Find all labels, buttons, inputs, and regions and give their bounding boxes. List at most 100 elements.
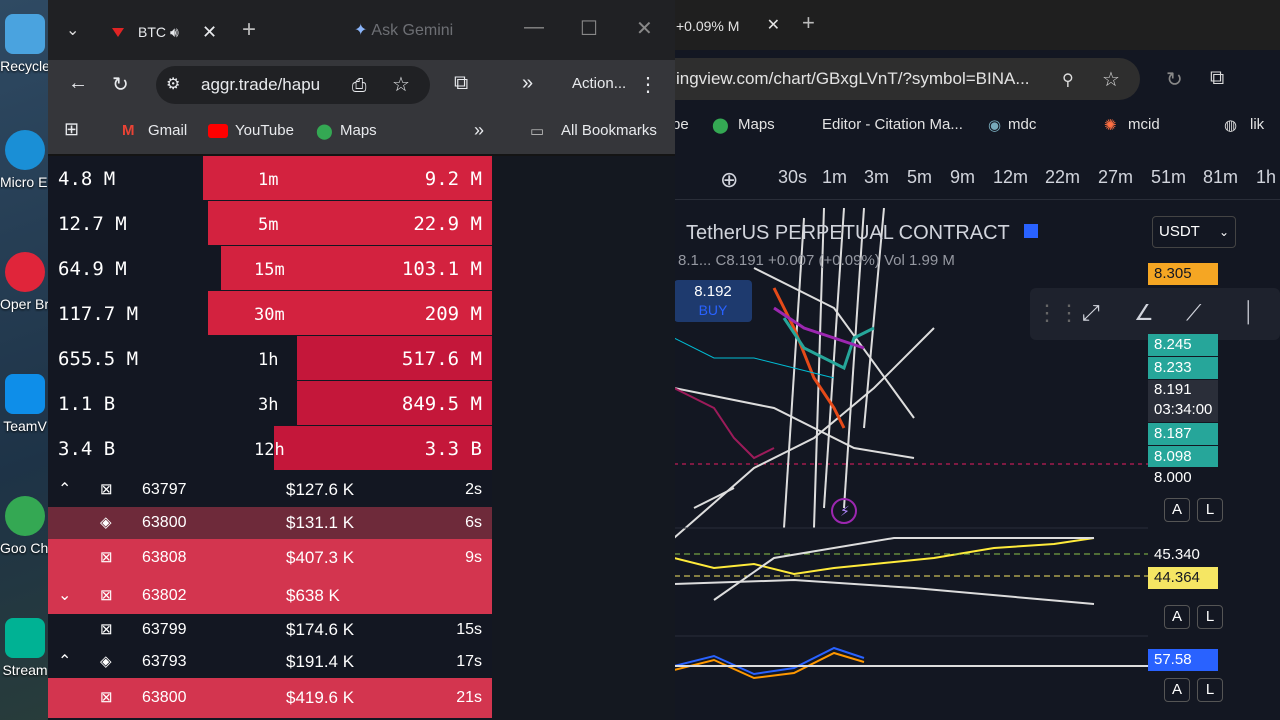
auto-scale-button[interactable]: A bbox=[1164, 678, 1190, 702]
auto-scale-button[interactable]: A bbox=[1164, 605, 1190, 629]
bookmark-maps[interactable]: Maps bbox=[738, 116, 775, 133]
bookmark-star-icon[interactable]: ☆ bbox=[1102, 67, 1120, 92]
currency-label: USDT bbox=[1159, 223, 1200, 240]
trend-line-icon[interactable]: ⟋ bbox=[1186, 300, 1201, 326]
log-scale-button[interactable]: L bbox=[1197, 605, 1223, 629]
zoom-icon[interactable]: ⚲ bbox=[1062, 70, 1074, 90]
timeframe-81m[interactable]: 81m bbox=[1203, 167, 1238, 188]
bookmark-citation[interactable]: Editor - Citation Ma... bbox=[822, 116, 963, 133]
bookmark-maps[interactable]: Maps bbox=[340, 122, 377, 139]
timeframe-22m[interactable]: 22m bbox=[1045, 167, 1080, 188]
bookmark-mdc[interactable]: mdc bbox=[1008, 116, 1036, 133]
site-info-icon[interactable]: ⚙ bbox=[166, 66, 180, 104]
desktop-icon-teamviewer[interactable]: TeamV bbox=[0, 374, 50, 434]
vertical-line-icon[interactable]: ⏐ bbox=[1242, 300, 1254, 326]
timeframe-1h[interactable]: 1h bbox=[1256, 167, 1276, 188]
chevron-up-icon: ⌃ bbox=[58, 481, 72, 498]
bookmark-gmail[interactable]: Gmail bbox=[148, 122, 187, 139]
buy-label: BUY bbox=[698, 302, 728, 318]
log-scale-button[interactable]: L bbox=[1197, 498, 1223, 522]
sync-icon[interactable]: ↻ bbox=[1166, 67, 1183, 92]
buy-button[interactable]: 8.192 BUY bbox=[674, 280, 752, 322]
new-tab-icon[interactable]: + bbox=[802, 10, 815, 36]
desktop-icon-label: TeamV bbox=[3, 418, 47, 434]
chrome-icon bbox=[5, 496, 45, 536]
desktop-icon-recycle-bin[interactable]: Recycle bbox=[0, 14, 50, 74]
currency-select[interactable]: USDT ⌄ bbox=[1152, 216, 1236, 248]
menu-icon[interactable]: ⋮ bbox=[638, 72, 658, 97]
actions-button[interactable]: Action... bbox=[572, 75, 626, 92]
timeframe-27m[interactable]: 27m bbox=[1098, 167, 1133, 188]
timeframe-label: 5m bbox=[258, 215, 279, 235]
bookmark-youtube[interactable]: YouTube bbox=[235, 122, 294, 139]
gmail-icon: M bbox=[122, 122, 135, 139]
timeframe-30s[interactable]: 30s bbox=[778, 167, 807, 188]
tab-search-icon[interactable]: ⌄ bbox=[66, 20, 79, 40]
desktop-icon-edge[interactable]: Micro Edg bbox=[0, 130, 50, 190]
close-tab-icon[interactable]: ✕ bbox=[767, 8, 780, 44]
tradingview-window: +0.09% M ✕ + ingview.com/chart/GBxgLVnT/?… bbox=[640, 0, 1280, 720]
trade-row: ⌃ ◈ 63793 $191.4 K 17s bbox=[48, 646, 492, 678]
trade-price: 63802 bbox=[142, 587, 187, 604]
trade-price: 63799 bbox=[142, 621, 187, 638]
binance-icon: ⊠ bbox=[100, 621, 113, 638]
tab-label: +0.09% M bbox=[676, 18, 740, 34]
ask-gemini-button[interactable]: ✦ Ask Gemini bbox=[354, 20, 453, 40]
angle-tool-icon[interactable]: ∠ bbox=[1134, 300, 1154, 326]
bookmark-mcid[interactable]: mcid bbox=[1128, 116, 1160, 133]
bookmark-star-icon[interactable]: ☆ bbox=[392, 66, 410, 104]
flag-icon[interactable] bbox=[1024, 224, 1038, 238]
audio-icon[interactable]: 🔊︎ bbox=[170, 14, 179, 50]
timeframe-3m[interactable]: 3m bbox=[864, 167, 889, 188]
trade-price: 63797 bbox=[142, 481, 187, 498]
new-tab-icon[interactable]: + bbox=[242, 16, 256, 44]
timeframe-12m[interactable]: 12m bbox=[993, 167, 1028, 188]
desktop-icon-chrome[interactable]: Goo Chro bbox=[0, 496, 50, 556]
desktop-icon-stream[interactable]: Stream bbox=[0, 618, 50, 678]
maximize-icon[interactable]: ☐ bbox=[580, 16, 598, 41]
extensions-icon[interactable]: ⧉ bbox=[1210, 67, 1224, 90]
timeframe-5m[interactable]: 5m bbox=[907, 167, 932, 188]
buy-volume: 1.1 B bbox=[58, 393, 116, 415]
close-window-icon[interactable]: ✕ bbox=[636, 16, 653, 41]
drag-handle-icon[interactable]: ⋮⋮ bbox=[1036, 300, 1080, 326]
install-icon[interactable]: ⎙ bbox=[352, 66, 366, 104]
navigation-bar: ← ↻ ⚙ aggr.trade/hapu ⎙ ☆ ⧉ » Action... … bbox=[48, 60, 675, 110]
log-scale-button[interactable]: L bbox=[1197, 678, 1223, 702]
ray-tool-icon[interactable]: ⤢ bbox=[1082, 300, 1100, 326]
chevron-down-icon: ⌄ bbox=[1218, 225, 1229, 239]
stat-row: 4.8 M 1m 9.2 M bbox=[48, 156, 492, 201]
desktop-icon-opera[interactable]: Oper Brow bbox=[0, 252, 50, 312]
trade-row: ⌃ ⊠ 63797 $127.6 K 2s bbox=[48, 472, 492, 507]
extensions-icon[interactable]: ⧉ bbox=[454, 72, 468, 95]
add-icon[interactable]: ⊕ bbox=[720, 167, 738, 193]
reload-icon[interactable]: ↻ bbox=[112, 72, 129, 97]
tab-bar: ⌄ BTC 🔊︎ ✕ + ✦ Ask Gemini — ☐ ✕ bbox=[48, 0, 675, 60]
timeframe-label: 3h bbox=[258, 395, 279, 415]
bookmark-lik[interactable]: lik bbox=[1250, 116, 1264, 133]
trade-amount: $407.3 K bbox=[286, 548, 355, 567]
timeframe-9m[interactable]: 9m bbox=[950, 167, 975, 188]
globe-icon: ◍ bbox=[1224, 117, 1238, 134]
current-price: 8.191 bbox=[1154, 381, 1192, 398]
all-bookmarks[interactable]: All Bookmarks bbox=[561, 122, 657, 139]
stat-row: 1.1 B 3h 849.5 M bbox=[48, 381, 492, 426]
apps-icon[interactable]: ⊞ bbox=[64, 119, 79, 140]
tab-tradingview[interactable]: +0.09% M ✕ bbox=[670, 8, 810, 44]
trade-time: 9s bbox=[465, 549, 482, 566]
tab-btc[interactable]: BTC 🔊︎ ✕ bbox=[92, 14, 248, 50]
address-bar[interactable]: ⚙ aggr.trade/hapu ⎙ ☆ bbox=[156, 66, 430, 104]
close-tab-icon[interactable]: ✕ bbox=[202, 14, 217, 50]
back-icon[interactable]: ← bbox=[68, 72, 88, 95]
trade-price: 63800 bbox=[142, 514, 187, 531]
more-bookmarks-icon[interactable]: » bbox=[474, 120, 484, 141]
timeframe-51m[interactable]: 51m bbox=[1151, 167, 1186, 188]
trade-amount: $174.6 K bbox=[286, 620, 355, 639]
minimize-icon[interactable]: — bbox=[524, 16, 544, 39]
auto-scale-button[interactable]: A bbox=[1164, 498, 1190, 522]
timeframe-1m[interactable]: 1m bbox=[822, 167, 847, 188]
more-extensions-icon[interactable]: » bbox=[522, 72, 533, 95]
buy-volume: 655.5 M bbox=[58, 348, 139, 370]
desktop-icon-label: Goo Chro bbox=[0, 540, 50, 556]
price-label: 8.233 bbox=[1148, 357, 1218, 379]
